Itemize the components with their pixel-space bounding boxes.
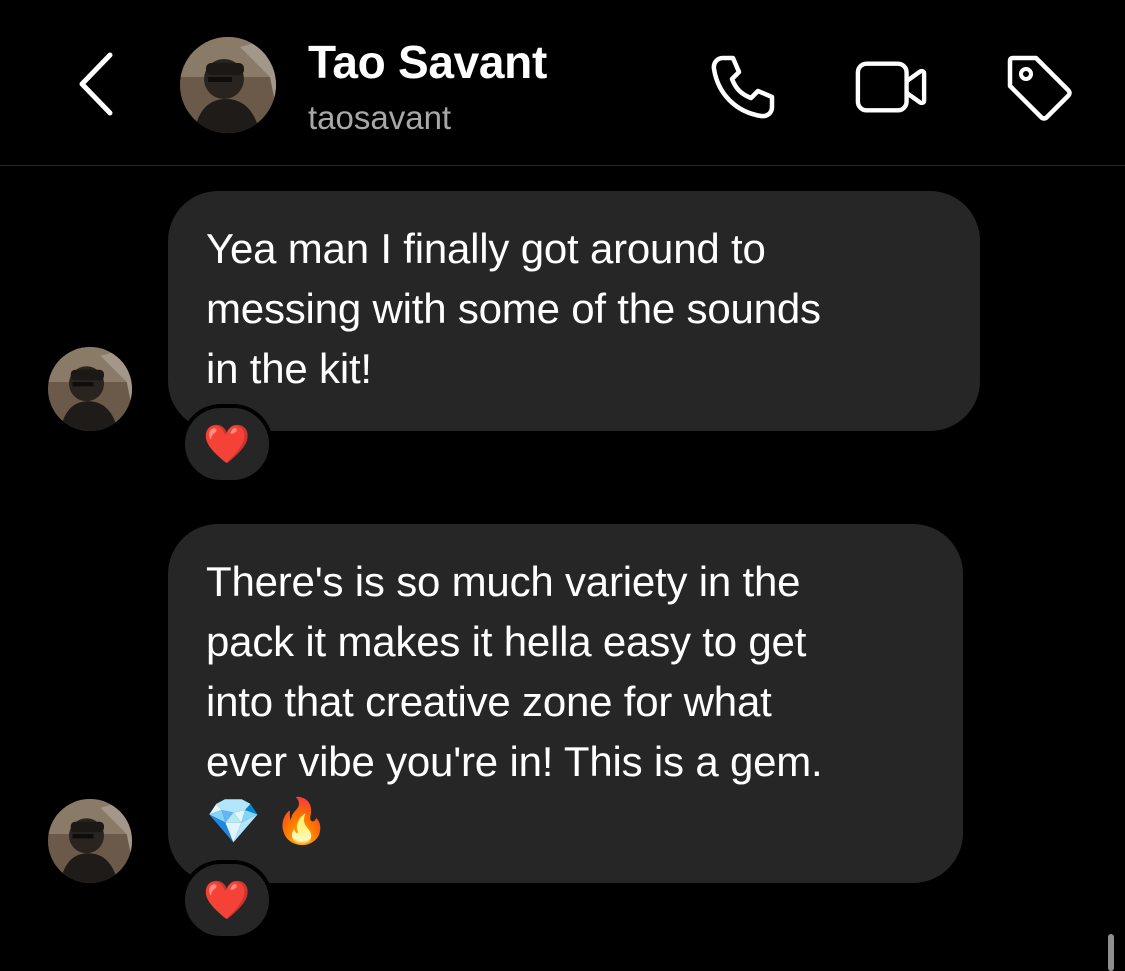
heart-icon: ❤️	[203, 421, 251, 466]
message-text-line: in the kit!	[206, 345, 372, 392]
sender-avatar[interactable]	[48, 799, 132, 883]
heart-icon: ❤️	[203, 877, 251, 922]
profile-photo	[48, 799, 132, 883]
back-button[interactable]	[64, 44, 128, 124]
audio-call-button[interactable]	[706, 50, 780, 124]
message-text-line: pack it makes it hella easy to get	[206, 618, 807, 665]
contact-avatar[interactable]	[180, 37, 276, 133]
message-bubble[interactable]: Yea man I finally got around to messing …	[168, 191, 980, 431]
gem-fire-emoji: 💎 🔥	[206, 796, 329, 847]
tag-icon	[1007, 55, 1072, 121]
back-chevron-icon	[79, 52, 113, 116]
contact-username[interactable]: taosavant	[308, 98, 451, 138]
contact-name[interactable]: Tao Savant	[308, 34, 547, 90]
message-text-line: Yea man I finally got around to	[206, 225, 766, 272]
message-text-line: ever vibe you're in! This is a gem.	[206, 738, 823, 785]
message-text-line: There's is so much variety in the	[206, 558, 801, 605]
tag-button[interactable]	[1001, 50, 1075, 124]
heart-reaction[interactable]: ❤️	[181, 404, 273, 484]
chat-header: Tao Savant taosavant	[0, 0, 1125, 166]
scrollbar[interactable]	[1108, 934, 1114, 971]
video-call-button[interactable]	[854, 50, 928, 124]
sender-avatar[interactable]	[48, 347, 132, 431]
profile-photo	[180, 37, 276, 133]
phone-icon	[711, 55, 775, 119]
message-text-line: messing with some of the sounds	[206, 285, 821, 332]
heart-reaction[interactable]: ❤️	[181, 860, 273, 940]
message-text-line: into that creative zone for what	[206, 678, 772, 725]
profile-photo	[48, 347, 132, 431]
video-camera-icon	[855, 61, 927, 113]
message-bubble[interactable]: There's is so much variety in the pack i…	[168, 524, 963, 883]
